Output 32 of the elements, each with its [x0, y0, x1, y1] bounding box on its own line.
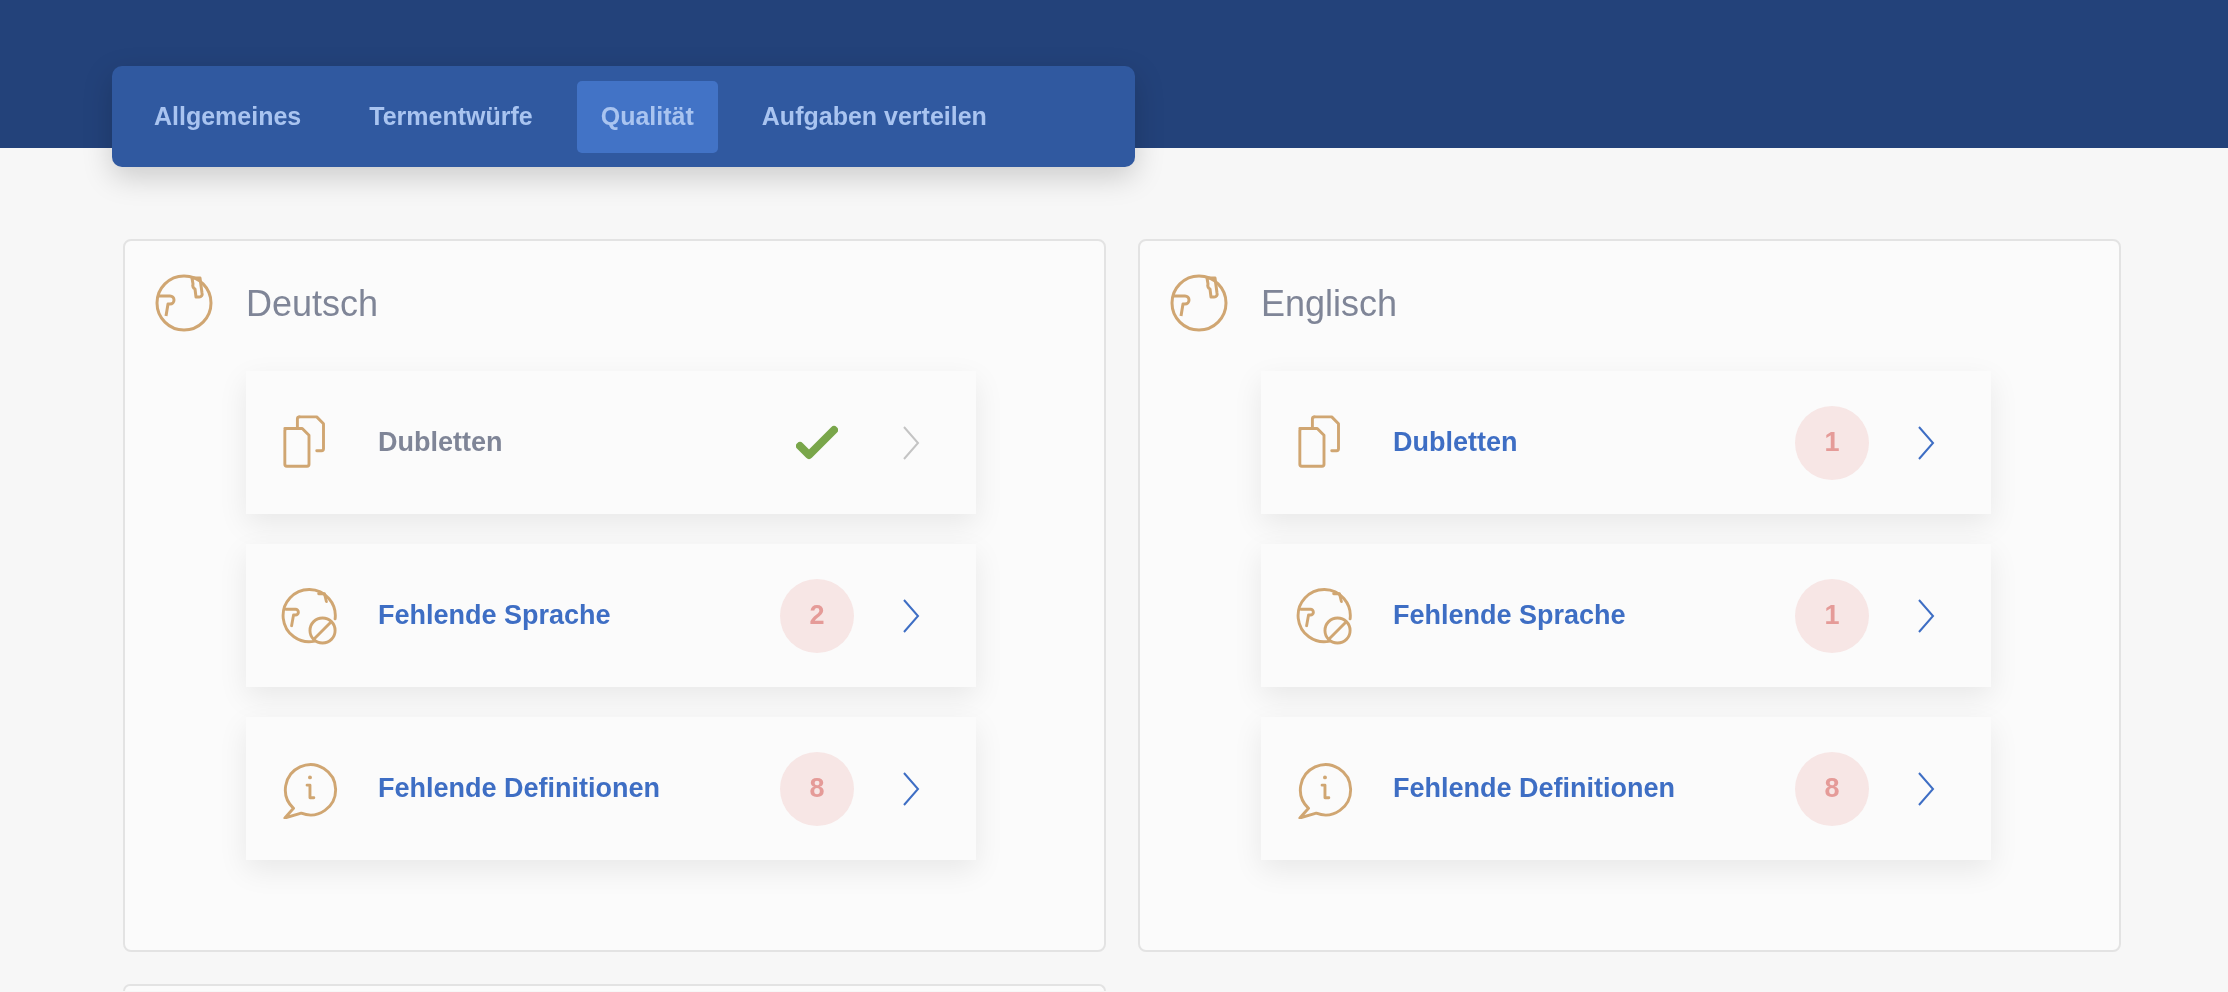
tab[interactable]: Allgemeines [130, 80, 326, 153]
check-label: Fehlende Definitionen [1393, 773, 1676, 804]
language-title: Deutsch [246, 283, 379, 325]
chevron-right-icon [902, 770, 920, 807]
count-badge: 1 [1795, 405, 1869, 480]
count-badge: 8 [780, 751, 854, 826]
check-label: Fehlende Definitionen [378, 773, 661, 804]
check-row[interactable]: Fehlende Sprache 1 [1261, 544, 1991, 687]
tab[interactable]: Qualität [576, 80, 718, 153]
count-badge: 8 [1795, 751, 1869, 826]
check-label: Fehlende Sprache [378, 600, 612, 631]
chevron-right-icon [1917, 597, 1935, 634]
check-row[interactable]: Dubletten [246, 371, 976, 514]
count-badge: 1 [1795, 578, 1869, 653]
check-row[interactable]: Dubletten 1 [1261, 371, 1991, 514]
chevron-right-icon [902, 597, 920, 634]
chevron-right-icon [1917, 770, 1935, 807]
check-label: Dubletten [378, 427, 504, 458]
chevron-right-icon [1917, 424, 1935, 461]
language-title: Englisch [1261, 283, 1398, 325]
check-label: Dubletten [1393, 427, 1519, 458]
check-row[interactable]: Fehlende Definitionen 8 [246, 717, 976, 860]
check-row[interactable]: Fehlende Sprache 2 [246, 544, 976, 687]
count-badge: 2 [780, 578, 854, 653]
globe-prohibited-icon [1295, 585, 1353, 646]
check-row[interactable]: Fehlende Definitionen 8 [1261, 717, 1991, 860]
tab[interactable]: Aufgaben verteilen [737, 80, 1011, 153]
globe-prohibited-icon [280, 585, 338, 646]
check-label: Fehlende Sprache [1393, 600, 1627, 631]
tab[interactable]: Termentwürfe [345, 80, 557, 153]
chevron-right-icon [902, 424, 920, 461]
checkmark-icon [796, 424, 838, 461]
